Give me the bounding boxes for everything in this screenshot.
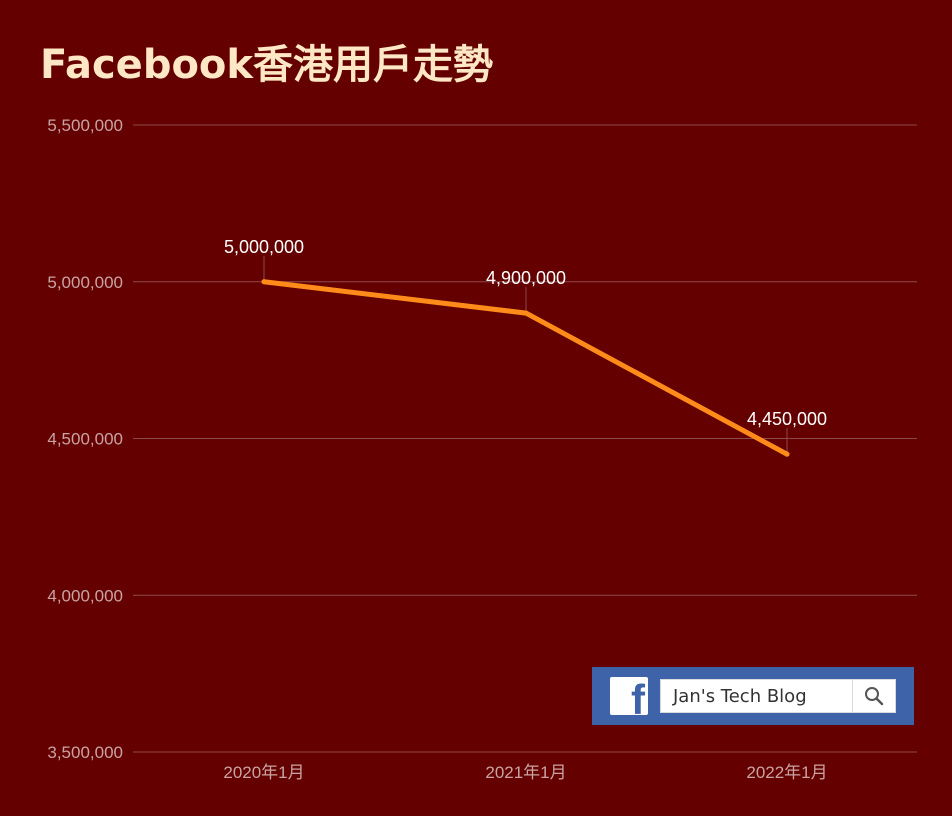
chart-title: Facebook香港用戶走勢: [40, 42, 493, 88]
x-tick-label: 2021年1月: [485, 763, 566, 782]
x-axis-tick-labels: 2020年1月 2021年1月 2022年1月: [223, 763, 827, 782]
y-tick-label: 5,000,000: [47, 273, 123, 292]
x-tick-label: 2022年1月: [746, 763, 827, 782]
data-point: [261, 279, 267, 285]
facebook-icon[interactable]: f: [610, 677, 648, 715]
data-labels: 5,000,000 4,900,000 4,450,000: [224, 237, 827, 429]
y-axis-tick-labels: 3,500,000 4,000,000 4,500,000 5,000,000 5,50…: [47, 116, 123, 762]
search-box[interactable]: Jan's Tech Blog: [660, 679, 896, 713]
y-tick-label: 4,000,000: [47, 586, 123, 605]
y-tick-label: 5,500,000: [47, 116, 123, 135]
data-label: 4,450,000: [747, 409, 827, 429]
search-text: Jan's Tech Blog: [673, 685, 807, 707]
data-point: [784, 451, 790, 457]
data-label: 4,900,000: [486, 268, 566, 288]
search-icon[interactable]: [852, 680, 895, 712]
data-label: 5,000,000: [224, 237, 304, 257]
grid-lines: [133, 124, 917, 753]
blog-banner: f Jan's Tech Blog: [592, 667, 914, 725]
x-tick-label: 2020年1月: [223, 763, 304, 782]
y-tick-label: 4,500,000: [47, 430, 123, 449]
data-point: [523, 310, 529, 316]
y-tick-label: 3,500,000: [47, 743, 123, 762]
